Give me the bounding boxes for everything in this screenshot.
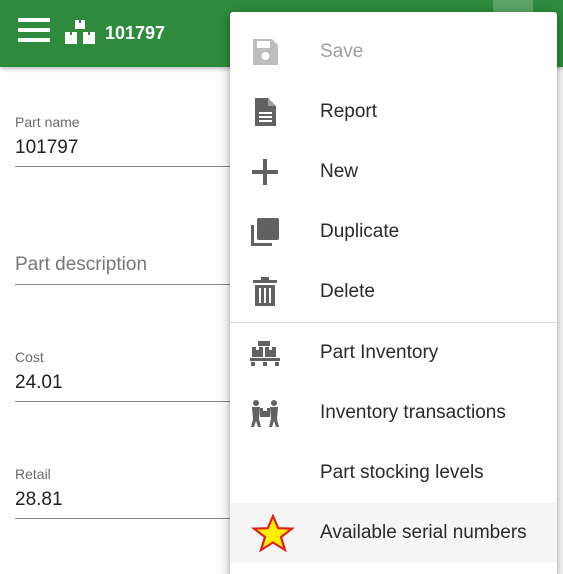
part-description-field[interactable]: Part description bbox=[15, 253, 265, 285]
more-options-button[interactable] bbox=[493, 0, 533, 12]
page-title: 101797 bbox=[105, 23, 166, 43]
menu-item-duplicate[interactable]: Duplicate bbox=[230, 202, 557, 262]
star-icon bbox=[250, 514, 296, 552]
menu-item-label: Part Inventory bbox=[320, 342, 439, 363]
menu-item-report[interactable]: Report bbox=[230, 82, 557, 142]
menu-item-label: Save bbox=[320, 41, 364, 62]
menu-item-label: Available serial numbers bbox=[320, 522, 527, 543]
document-icon bbox=[255, 98, 276, 126]
retail-field[interactable]: Retail 28.81 bbox=[15, 466, 265, 519]
trash-icon bbox=[253, 277, 277, 306]
menu-item-label: Part stocking levels bbox=[320, 462, 484, 483]
menu-item-available-serial-numbers[interactable]: Available serial numbers bbox=[230, 503, 557, 563]
menu-item-label: Delete bbox=[320, 281, 375, 302]
retail-value[interactable]: 28.81 bbox=[15, 488, 265, 512]
part-description-placeholder[interactable]: Part description bbox=[15, 253, 265, 277]
menu-item-part-inventory[interactable]: Part Inventory bbox=[230, 323, 557, 383]
app-window: 101797 Part name 101797 Part description… bbox=[0, 0, 563, 574]
menu-item-inventory-transactions[interactable]: Inventory transactions bbox=[230, 383, 557, 443]
pallet-icon bbox=[250, 341, 280, 366]
menu-item-label: New bbox=[320, 161, 359, 182]
cost-value[interactable]: 24.01 bbox=[15, 371, 265, 395]
cost-field[interactable]: Cost 24.01 bbox=[15, 349, 265, 402]
plus-icon bbox=[252, 159, 278, 185]
part-name-value[interactable]: 101797 bbox=[15, 136, 265, 160]
cost-label: Cost bbox=[15, 349, 44, 365]
people-carry-icon bbox=[251, 400, 279, 427]
save-icon bbox=[253, 39, 278, 65]
menu-item-label: Duplicate bbox=[320, 221, 400, 242]
copy-icon bbox=[251, 218, 279, 246]
menu-item-label: Inventory transactions bbox=[320, 402, 506, 423]
retail-label: Retail bbox=[15, 466, 51, 482]
menu-item-new[interactable]: New bbox=[230, 142, 557, 202]
menu-item-label: Report bbox=[320, 101, 378, 122]
boxes-icon bbox=[65, 20, 95, 44]
part-name-field[interactable]: Part name 101797 bbox=[15, 114, 265, 167]
actions-dropdown-menu: Save Report New Duplicate Delete Part In… bbox=[230, 12, 557, 574]
menu-item-delete[interactable]: Delete bbox=[230, 262, 557, 322]
menu-item-save[interactable]: Save bbox=[230, 22, 557, 82]
menu-item-part-stocking-levels[interactable]: Part stocking levels bbox=[230, 443, 557, 503]
part-name-label: Part name bbox=[15, 114, 80, 130]
hamburger-menu-icon[interactable] bbox=[18, 18, 50, 48]
